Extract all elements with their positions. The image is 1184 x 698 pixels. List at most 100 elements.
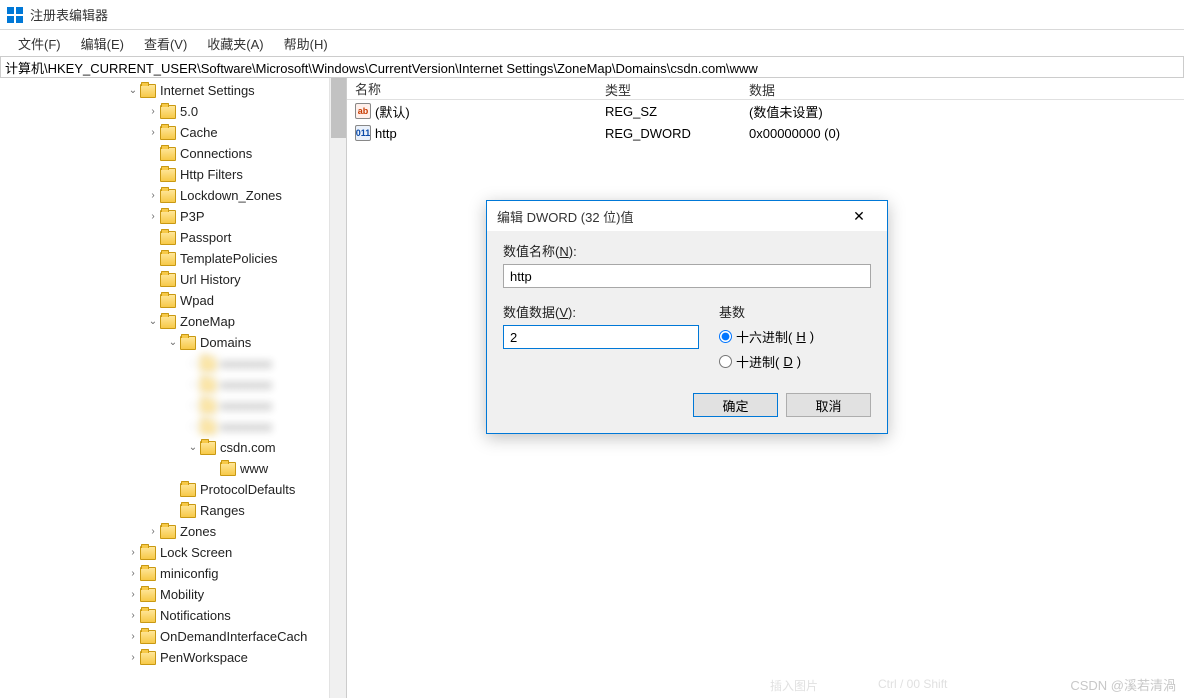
folder-icon: [160, 231, 176, 245]
chevron-right-icon[interactable]: ›: [146, 105, 160, 119]
tree-item-passport[interactable]: Passport: [0, 227, 346, 248]
folder-icon: [160, 210, 176, 224]
dialog-titlebar[interactable]: 编辑 DWORD (32 位)值 ✕: [487, 201, 887, 231]
value-name-input[interactable]: [503, 264, 871, 288]
folder-icon: [220, 462, 236, 476]
address-bar[interactable]: 计算机\HKEY_CURRENT_USER\Software\Microsoft…: [0, 56, 1184, 78]
menu-favorites[interactable]: 收藏夹(A): [199, 32, 271, 55]
tree-item-www[interactable]: www: [0, 458, 346, 479]
chevron-right-icon[interactable]: ›: [126, 609, 140, 623]
column-data[interactable]: 数据: [741, 78, 1184, 99]
app-icon: [6, 6, 24, 24]
tree-item-http-filters[interactable]: Http Filters: [0, 164, 346, 185]
value-data-label: 数值数据(V):: [503, 302, 699, 321]
tree-item-zone-map[interactable]: ⌄ZoneMap: [0, 311, 346, 332]
cancel-button[interactable]: 取消: [786, 393, 871, 417]
value-name: (默认): [375, 102, 410, 121]
tree-item-cache[interactable]: ›Cache: [0, 122, 346, 143]
folder-icon: [160, 168, 176, 182]
tree-item-zones[interactable]: ›Zones: [0, 521, 346, 542]
value-data: 0x00000000 (0): [741, 126, 1184, 141]
window-titlebar: 注册表编辑器: [0, 0, 1184, 30]
column-type[interactable]: 类型: [597, 78, 741, 99]
dword-value-icon: 011: [355, 125, 371, 141]
tree-pane: ⌄Internet Settings ›5.0 ›Cache Connectio…: [0, 78, 347, 698]
tree-item-url-history[interactable]: Url History: [0, 269, 346, 290]
tree-item-blurred[interactable]: ›xxxxxxxx: [0, 395, 346, 416]
folder-icon: [140, 546, 156, 560]
folder-icon: [160, 126, 176, 140]
watermark: CSDN @溪若清渦: [1070, 675, 1176, 694]
folder-icon: [200, 441, 216, 455]
list-row-default[interactable]: ab(默认) REG_SZ (数值未设置): [347, 100, 1184, 122]
chevron-right-icon[interactable]: ›: [126, 630, 140, 644]
tree-item-template-policies[interactable]: TemplatePolicies: [0, 248, 346, 269]
radio-dec[interactable]: 十进制(D): [719, 352, 871, 371]
folder-icon: [160, 315, 176, 329]
menubar: 文件(F) 编辑(E) 查看(V) 收藏夹(A) 帮助(H): [0, 30, 1184, 56]
menu-file[interactable]: 文件(F): [10, 32, 69, 55]
tree-item-internet-settings[interactable]: ⌄Internet Settings: [0, 80, 346, 101]
tree-item-pen-workspace[interactable]: ›PenWorkspace: [0, 647, 346, 668]
tree-item-wpad[interactable]: Wpad: [0, 290, 346, 311]
ok-button[interactable]: 确定: [693, 393, 778, 417]
tree-item-protocol-defaults[interactable]: ProtocolDefaults: [0, 479, 346, 500]
tree-item-notifications[interactable]: ›Notifications: [0, 605, 346, 626]
chevron-right-icon[interactable]: ›: [146, 210, 160, 224]
tree-item-csdn[interactable]: ⌄csdn.com: [0, 437, 346, 458]
chevron-right-icon[interactable]: ›: [126, 567, 140, 581]
folder-icon: [140, 588, 156, 602]
folder-icon: [160, 273, 176, 287]
tree-item-mobility[interactable]: ›Mobility: [0, 584, 346, 605]
folder-icon: [160, 147, 176, 161]
tree-item-miniconfig[interactable]: ›miniconfig: [0, 563, 346, 584]
radio-hex[interactable]: 十六进制(H): [719, 327, 871, 346]
tree-item-on-demand[interactable]: ›OnDemandInterfaceCach: [0, 626, 346, 647]
radio-dec-input[interactable]: [719, 355, 732, 368]
chevron-right-icon[interactable]: ›: [146, 525, 160, 539]
chevron-down-icon[interactable]: ⌄: [166, 336, 180, 350]
value-name-label: 数值名称(N):: [503, 241, 871, 260]
tree-item-blurred[interactable]: ›xxxxxxxx: [0, 416, 346, 437]
dialog-title: 编辑 DWORD (32 位)值: [497, 207, 634, 226]
chevron-down-icon[interactable]: ⌄: [146, 315, 160, 329]
folder-icon: [160, 525, 176, 539]
background-blur-text: 插入图片Ctrl / 00 Shift: [770, 677, 947, 694]
menu-edit[interactable]: 编辑(E): [73, 32, 132, 55]
tree-item-ranges[interactable]: Ranges: [0, 500, 346, 521]
list-header: 名称 类型 数据: [347, 78, 1184, 100]
chevron-right-icon[interactable]: ›: [126, 651, 140, 665]
folder-icon: [180, 336, 196, 350]
tree-item-lock-screen[interactable]: ›Lock Screen: [0, 542, 346, 563]
list-row-http[interactable]: 011http REG_DWORD 0x00000000 (0): [347, 122, 1184, 144]
folder-icon: [180, 483, 196, 497]
value-type: REG_DWORD: [597, 126, 741, 141]
radio-hex-input[interactable]: [719, 330, 732, 343]
chevron-right-icon[interactable]: ›: [146, 126, 160, 140]
tree-item-p3p[interactable]: ›P3P: [0, 206, 346, 227]
tree-scrollbar[interactable]: [329, 78, 346, 698]
tree-item-domains[interactable]: ⌄Domains: [0, 332, 346, 353]
chevron-right-icon[interactable]: ›: [126, 546, 140, 560]
scroll-thumb[interactable]: [331, 78, 346, 138]
tree-item-5-0[interactable]: ›5.0: [0, 101, 346, 122]
chevron-right-icon[interactable]: ›: [126, 588, 140, 602]
window-title: 注册表编辑器: [30, 5, 108, 24]
menu-view[interactable]: 查看(V): [136, 32, 195, 55]
menu-help[interactable]: 帮助(H): [276, 32, 336, 55]
value-type: REG_SZ: [597, 104, 741, 119]
tree-item-blurred[interactable]: ›xxxxxxxx: [0, 353, 346, 374]
tree-item-blurred[interactable]: ›xxxxxxxx: [0, 374, 346, 395]
folder-icon: [140, 567, 156, 581]
chevron-right-icon[interactable]: ›: [146, 189, 160, 203]
tree-item-connections[interactable]: Connections: [0, 143, 346, 164]
chevron-down-icon[interactable]: ⌄: [186, 441, 200, 455]
column-name[interactable]: 名称: [347, 78, 597, 99]
value-data-input[interactable]: [503, 325, 699, 349]
edit-dword-dialog: 编辑 DWORD (32 位)值 ✕ 数值名称(N): 数值数据(V): 基数 …: [486, 200, 888, 434]
close-button[interactable]: ✕: [841, 202, 877, 230]
folder-icon: [140, 630, 156, 644]
chevron-down-icon[interactable]: ⌄: [126, 84, 140, 98]
tree-item-lockdown-zones[interactable]: ›Lockdown_Zones: [0, 185, 346, 206]
folder-icon: [200, 420, 216, 434]
